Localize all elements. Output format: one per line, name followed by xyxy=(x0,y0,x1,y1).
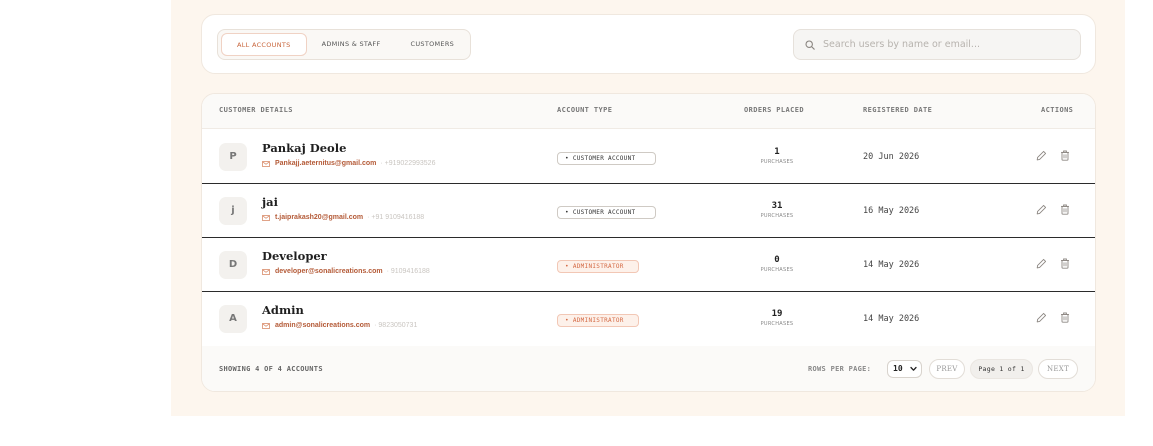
users-table: CUSTOMER DETAILS ACCOUNT TYPE ORDERS PLA… xyxy=(201,93,1096,392)
mail-icon xyxy=(262,160,270,167)
orders-number: 0 xyxy=(774,255,780,265)
tab-admins-staff[interactable]: ADMINS & STAFF xyxy=(307,33,396,56)
mail-icon xyxy=(262,268,270,275)
registered-date: 14 May 2026 xyxy=(863,314,920,324)
user-email[interactable]: developer@sonalicreations.com xyxy=(275,268,383,275)
account-type-badge: • CUSTOMER ACCOUNT xyxy=(557,152,656,165)
tab-all-accounts[interactable]: ALL ACCOUNTS xyxy=(221,33,307,56)
user-phone: · 9823050731 xyxy=(374,322,418,329)
user-contact: admin@sonalicreations.com · 9823050731 xyxy=(262,322,417,329)
user-name: jai xyxy=(262,195,278,209)
orders-label: PURCHASES xyxy=(760,321,794,327)
tab-customers[interactable]: CUSTOMERS xyxy=(396,33,470,56)
pencil-icon[interactable] xyxy=(1036,150,1047,161)
orders-count: 19 PURCHASES xyxy=(732,309,822,327)
avatar: D xyxy=(219,251,247,279)
search-icon xyxy=(805,39,815,50)
table-header: CUSTOMER DETAILS ACCOUNT TYPE ORDERS PLA… xyxy=(202,94,1095,129)
user-contact: developer@sonalicreations.com · 91094161… xyxy=(262,268,430,275)
column-header-registered: REGISTERED DATE xyxy=(863,106,933,114)
table-row: A Admin admin@sonalicreations.com · 9823… xyxy=(202,292,1095,346)
rows-per-page-label: ROWS PER PAGE: xyxy=(808,365,872,373)
avatar: P xyxy=(219,143,247,171)
user-email[interactable]: t.jaiprakash20@gmail.com xyxy=(275,214,363,221)
rows-per-page-value: 10 xyxy=(893,364,903,373)
user-email[interactable]: Pankajj.aeternitus@gmail.com xyxy=(275,160,376,167)
user-phone: · +91 9109416188 xyxy=(367,214,425,221)
rows-per-page-select[interactable]: 10 xyxy=(887,360,922,378)
orders-count: 31 PURCHASES xyxy=(732,201,822,219)
trash-icon[interactable] xyxy=(1060,204,1070,215)
user-name: Admin xyxy=(262,303,304,317)
orders-number: 1 xyxy=(774,147,780,157)
user-name: Pankaj Deole xyxy=(262,141,347,155)
registered-date: 16 May 2026 xyxy=(863,206,920,216)
search-box[interactable] xyxy=(793,29,1081,60)
user-contact: Pankajj.aeternitus@gmail.com · +91902299… xyxy=(262,160,435,167)
main-panel: ALL ACCOUNTS ADMINS & STAFF CUSTOMERS CU… xyxy=(171,0,1125,416)
registered-date: 14 May 2026 xyxy=(863,260,920,270)
orders-count: 1 PURCHASES xyxy=(732,147,822,165)
column-header-account-type: ACCOUNT TYPE xyxy=(557,106,613,114)
account-type-badge: • ADMINISTRATOR xyxy=(557,260,639,273)
orders-number: 31 xyxy=(771,201,783,211)
orders-label: PURCHASES xyxy=(760,159,794,165)
pencil-icon[interactable] xyxy=(1036,312,1047,323)
prev-page-button[interactable]: PREV xyxy=(929,359,965,379)
pencil-icon[interactable] xyxy=(1036,204,1047,215)
user-email[interactable]: admin@sonalicreations.com xyxy=(275,322,370,329)
account-filter-tabs: ALL ACCOUNTS ADMINS & STAFF CUSTOMERS xyxy=(217,29,471,60)
user-name: Developer xyxy=(262,249,327,263)
registered-date: 20 Jun 2026 xyxy=(863,152,920,162)
column-header-actions: ACTIONS xyxy=(1041,106,1074,114)
user-phone: · 9109416188 xyxy=(386,268,430,275)
orders-label: PURCHASES xyxy=(760,267,794,273)
user-contact: t.jaiprakash20@gmail.com · +91 910941618… xyxy=(262,214,424,221)
mail-icon xyxy=(262,322,270,329)
column-header-customer: CUSTOMER DETAILS xyxy=(219,106,293,114)
next-page-button[interactable]: NEXT xyxy=(1038,359,1078,379)
table-row: j jai t.jaiprakash20@gmail.com · +91 910… xyxy=(202,184,1095,238)
table-row: P Pankaj Deole Pankajj.aeternitus@gmail.… xyxy=(202,130,1095,184)
avatar: A xyxy=(219,305,247,333)
showing-count: SHOWING 4 OF 4 ACCOUNTS xyxy=(219,365,323,373)
chevron-down-icon xyxy=(910,366,917,371)
orders-label: PURCHASES xyxy=(760,213,794,219)
trash-icon[interactable] xyxy=(1060,258,1070,269)
column-header-orders: ORDERS PLACED xyxy=(744,106,804,114)
mail-icon xyxy=(262,214,270,221)
user-phone: · +919022993526 xyxy=(380,160,436,167)
search-input[interactable] xyxy=(823,39,1063,50)
orders-count: 0 PURCHASES xyxy=(732,255,822,273)
avatar: j xyxy=(219,197,247,225)
filter-bar: ALL ACCOUNTS ADMINS & STAFF CUSTOMERS xyxy=(201,14,1096,74)
trash-icon[interactable] xyxy=(1060,312,1070,323)
table-footer: SHOWING 4 OF 4 ACCOUNTS ROWS PER PAGE: 1… xyxy=(202,346,1095,391)
table-row: D Developer developer@sonalicreations.co… xyxy=(202,238,1095,292)
trash-icon[interactable] xyxy=(1060,150,1070,161)
page-indicator: Page 1 of 1 xyxy=(970,359,1033,379)
account-type-badge: • CUSTOMER ACCOUNT xyxy=(557,206,656,219)
pencil-icon[interactable] xyxy=(1036,258,1047,269)
orders-number: 19 xyxy=(771,309,783,319)
account-type-badge: • ADMINISTRATOR xyxy=(557,314,639,327)
